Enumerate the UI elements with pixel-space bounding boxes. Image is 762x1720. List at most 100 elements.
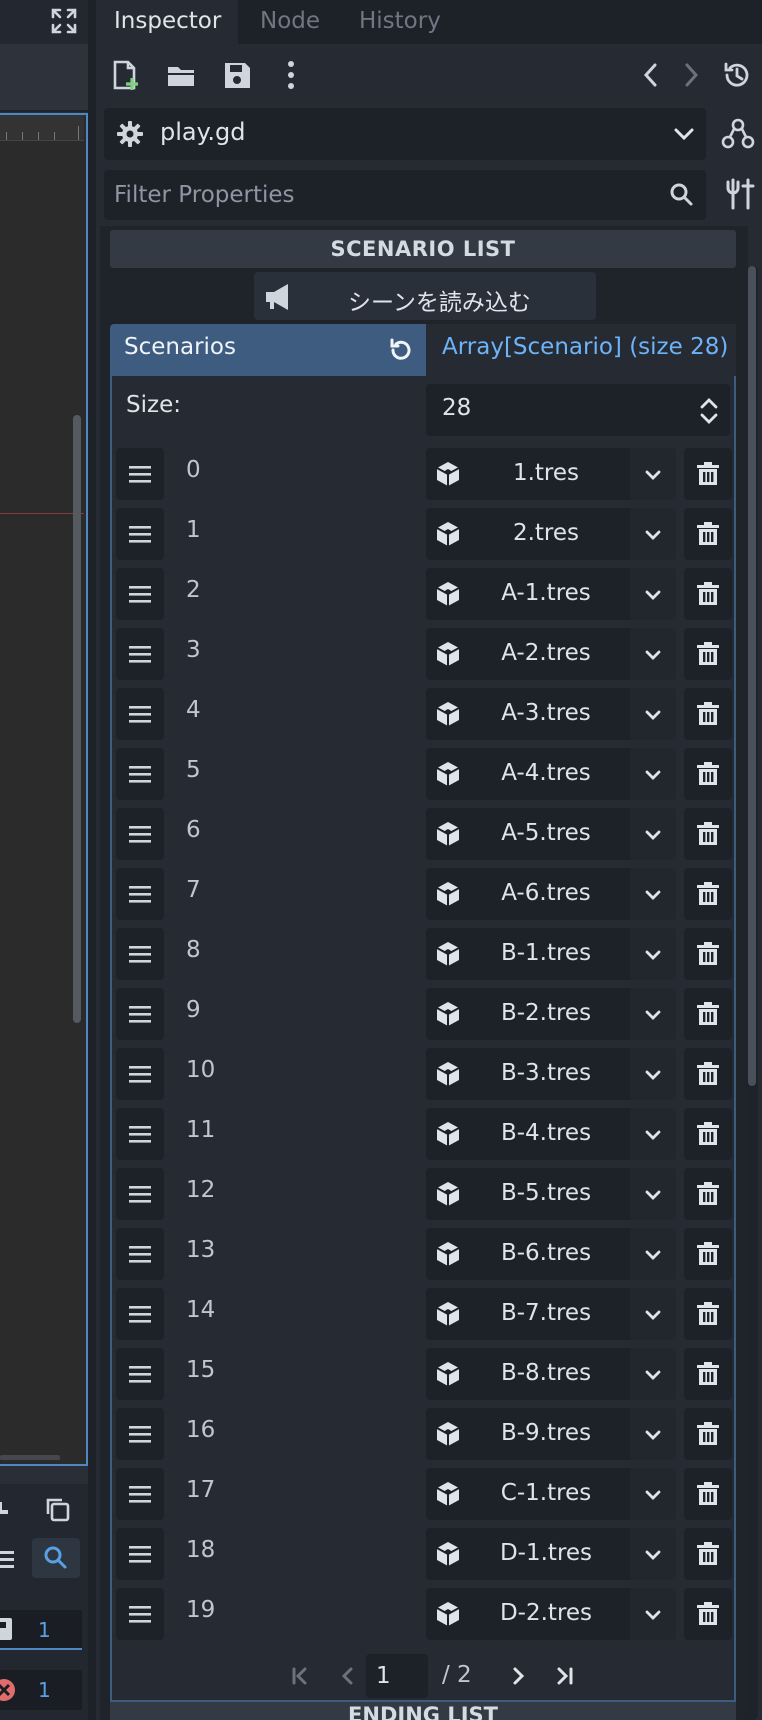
delete-item-icon[interactable] xyxy=(684,568,732,620)
drag-handle-icon[interactable] xyxy=(116,988,164,1040)
resource-picker[interactable]: A-4.tres xyxy=(426,748,676,800)
chevron-down-icon[interactable] xyxy=(630,1408,676,1460)
page-number-input[interactable] xyxy=(366,1654,428,1698)
drag-handle-icon[interactable] xyxy=(116,1108,164,1160)
resource-picker[interactable]: A-5.tres xyxy=(426,808,676,860)
load-scene-button[interactable]: シーンを読み込む xyxy=(254,272,596,320)
chevron-down-icon[interactable] xyxy=(630,688,676,740)
search-button[interactable] xyxy=(32,1538,80,1578)
save-icon[interactable] xyxy=(220,58,254,92)
drag-handle-icon[interactable] xyxy=(116,1528,164,1580)
resource-picker[interactable]: B-8.tres xyxy=(426,1348,676,1400)
scene-tree-row[interactable]: 1 xyxy=(0,1610,82,1650)
chevron-down-icon[interactable] xyxy=(630,1528,676,1580)
delete-item-icon[interactable] xyxy=(684,628,732,680)
delete-item-icon[interactable] xyxy=(684,1528,732,1580)
chevron-down-icon[interactable] xyxy=(630,1168,676,1220)
chevron-down-icon[interactable] xyxy=(630,1228,676,1280)
forward-icon[interactable] xyxy=(674,58,708,92)
drag-handle-icon[interactable] xyxy=(116,1468,164,1520)
chevron-down-icon[interactable] xyxy=(630,1468,676,1520)
drag-handle-icon[interactable] xyxy=(116,1228,164,1280)
tab-inspector[interactable]: Inspector xyxy=(96,0,238,44)
viewport-horizontal-scrollbar[interactable] xyxy=(0,1455,60,1460)
size-spinbox[interactable]: 28 xyxy=(426,384,730,436)
duplicate-icon[interactable] xyxy=(42,1494,74,1526)
drag-handle-icon[interactable] xyxy=(116,928,164,980)
chevron-down-icon[interactable] xyxy=(630,868,676,920)
resource-picker[interactable]: B-3.tres xyxy=(426,1048,676,1100)
new-resource-icon[interactable] xyxy=(108,58,142,92)
delete-item-icon[interactable] xyxy=(684,868,732,920)
drag-handle-icon[interactable] xyxy=(116,1348,164,1400)
delete-item-icon[interactable] xyxy=(684,688,732,740)
open-folder-icon[interactable] xyxy=(164,58,198,92)
resource-picker[interactable]: B-6.tres xyxy=(426,1228,676,1280)
delete-item-icon[interactable] xyxy=(684,928,732,980)
resource-picker[interactable]: B-7.tres xyxy=(426,1288,676,1340)
resource-picker[interactable]: 2.tres xyxy=(426,508,676,560)
chevron-down-icon[interactable] xyxy=(630,928,676,980)
delete-item-icon[interactable] xyxy=(684,448,732,500)
chevron-down-icon[interactable] xyxy=(630,1348,676,1400)
resource-picker[interactable]: C-1.tres xyxy=(426,1468,676,1520)
drag-handle-icon[interactable] xyxy=(116,508,164,560)
delete-item-icon[interactable] xyxy=(684,748,732,800)
last-page-icon[interactable] xyxy=(550,1662,578,1690)
section-header-next[interactable]: ENDING LIST xyxy=(110,1702,736,1720)
chevron-down-icon[interactable] xyxy=(670,120,698,148)
delete-item-icon[interactable] xyxy=(684,1348,732,1400)
scenarios-property-label[interactable]: Scenarios xyxy=(110,324,426,376)
viewport-vertical-scrollbar[interactable] xyxy=(73,415,81,1023)
chevron-down-icon[interactable] xyxy=(630,508,676,560)
history-icon[interactable] xyxy=(720,58,754,92)
resource-picker[interactable]: D-1.tres xyxy=(426,1528,676,1580)
chevron-down-icon[interactable] xyxy=(630,1108,676,1160)
resource-picker[interactable]: B-1.tres xyxy=(426,928,676,980)
drag-handle-icon[interactable] xyxy=(116,448,164,500)
chevron-down-icon[interactable] xyxy=(630,568,676,620)
resource-selector[interactable]: play.gd xyxy=(104,108,706,160)
filter-input[interactable] xyxy=(104,170,664,220)
section-header[interactable]: SCENARIO LIST xyxy=(110,230,736,268)
delete-item-icon[interactable] xyxy=(684,1408,732,1460)
resource-picker[interactable]: B-5.tres xyxy=(426,1168,676,1220)
delete-item-icon[interactable] xyxy=(684,1108,732,1160)
revert-icon[interactable] xyxy=(386,336,414,364)
chevron-down-icon[interactable] xyxy=(630,988,676,1040)
drag-handle-icon[interactable] xyxy=(116,1408,164,1460)
instance-icon[interactable] xyxy=(0,1494,22,1526)
drag-handle-icon[interactable] xyxy=(116,748,164,800)
delete-item-icon[interactable] xyxy=(684,508,732,560)
delete-item-icon[interactable] xyxy=(684,1288,732,1340)
resource-picker[interactable]: B-9.tres xyxy=(426,1408,676,1460)
drag-handle-icon[interactable] xyxy=(116,1048,164,1100)
viewport-canvas[interactable] xyxy=(0,113,88,1466)
chevron-down-icon[interactable] xyxy=(630,628,676,680)
list-icon[interactable] xyxy=(0,1544,18,1576)
resource-picker[interactable]: 1.tres xyxy=(426,448,676,500)
resource-picker[interactable]: B-2.tres xyxy=(426,988,676,1040)
resource-picker[interactable]: B-4.tres xyxy=(426,1108,676,1160)
chevron-down-icon[interactable] xyxy=(630,808,676,860)
chevron-down-icon[interactable] xyxy=(630,1288,676,1340)
drag-handle-icon[interactable] xyxy=(116,1588,164,1640)
previous-page-icon[interactable] xyxy=(334,1662,362,1690)
drag-handle-icon[interactable] xyxy=(116,568,164,620)
array-type-toggle[interactable]: Array[Scenario] (size 28) xyxy=(426,324,736,376)
delete-item-icon[interactable] xyxy=(684,1468,732,1520)
drag-handle-icon[interactable] xyxy=(116,628,164,680)
tab-node[interactable]: Node xyxy=(260,0,320,44)
delete-item-icon[interactable] xyxy=(684,1588,732,1640)
drag-handle-icon[interactable] xyxy=(116,1168,164,1220)
tab-history[interactable]: History xyxy=(359,0,441,44)
node-tree-icon[interactable] xyxy=(720,116,756,152)
scene-tree-row[interactable]: 1 xyxy=(0,1670,82,1710)
chevron-down-icon[interactable] xyxy=(630,1048,676,1100)
delete-item-icon[interactable] xyxy=(684,1228,732,1280)
chevron-down-icon[interactable] xyxy=(630,448,676,500)
more-vertical-icon[interactable] xyxy=(274,58,308,92)
drag-handle-icon[interactable] xyxy=(116,688,164,740)
next-page-icon[interactable] xyxy=(504,1662,532,1690)
drag-handle-icon[interactable] xyxy=(116,808,164,860)
